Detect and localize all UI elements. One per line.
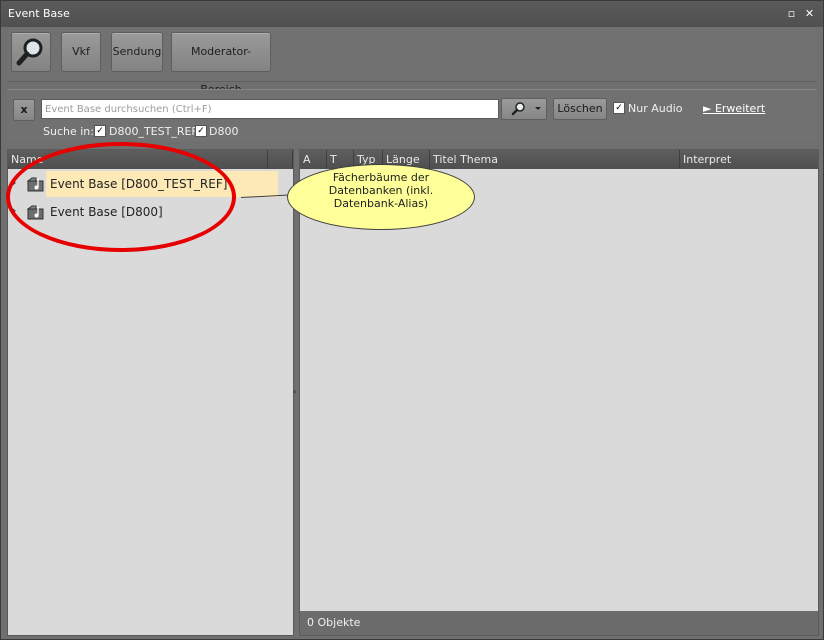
column-header-spacer <box>268 150 293 169</box>
splitter-handle[interactable]: ‹ <box>293 387 297 397</box>
toolbar: Vkf Sendung Moderator-Bereich <box>7 27 817 96</box>
object-count: 0 Objekte <box>307 616 361 629</box>
nur-audio-label: Nur Audio <box>628 102 683 115</box>
restore-icon[interactable]: ▫ <box>785 7 798 20</box>
column-header-titel-thema[interactable]: Titel Thema <box>430 150 680 169</box>
column-header-a[interactable]: A <box>300 150 327 169</box>
annotation-ellipse <box>6 142 236 252</box>
search-bar: x Löschen ✓ Nur Audio ► Erweitert Suche … <box>7 89 817 142</box>
search-toolbar-button[interactable] <box>11 32 51 72</box>
vkf-button[interactable]: Vkf <box>61 32 101 72</box>
sendung-button[interactable]: Sendung <box>111 32 163 72</box>
column-header-interpret[interactable]: Interpret <box>680 150 818 169</box>
magnifier-icon <box>16 38 43 66</box>
event-base-window: Event Base ▫ ✕ Vkf Sendung Moderator-Ber… <box>0 0 824 640</box>
nur-audio-checkbox[interactable]: ✓ <box>613 102 625 114</box>
search-in-label: Suche in: <box>43 125 94 138</box>
delete-button[interactable]: Löschen <box>553 98 607 120</box>
clear-search-button[interactable]: x <box>13 99 35 121</box>
source-checkbox-d800[interactable]: ✓ <box>195 125 207 137</box>
callout-text: Fächerbäume der Datenbanken (inkl. Daten… <box>328 171 434 210</box>
close-icon[interactable]: ✕ <box>803 7 816 20</box>
moderator-bereich-button[interactable]: Moderator-Bereich <box>171 32 271 96</box>
annotation-callout: Fächerbäume der Datenbanken (inkl. Daten… <box>287 164 475 230</box>
window-title: Event Base <box>8 7 70 20</box>
title-bar[interactable]: Event Base ▫ ✕ <box>1 1 823 27</box>
search-options-button[interactable] <box>501 98 547 120</box>
search-input[interactable] <box>41 99 499 119</box>
source-label-d800-test-ref: D800_TEST_REF <box>109 125 198 138</box>
source-checkbox-d800-test-ref[interactable]: ✓ <box>94 125 106 137</box>
status-footer: 0 Objekte <box>300 611 818 635</box>
erweitert-link[interactable]: ► Erweitert <box>703 102 765 115</box>
magnifier-dropdown-icon <box>511 102 541 116</box>
source-label-d800: D800 <box>209 125 239 138</box>
